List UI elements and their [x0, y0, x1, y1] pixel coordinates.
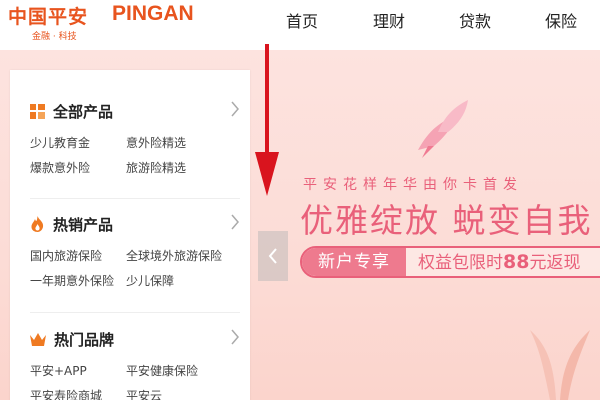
divider	[30, 312, 240, 313]
grid-icon	[30, 103, 45, 119]
section-header[interactable]: 全部产品	[30, 100, 113, 122]
section-header[interactable]: 热门品牌	[30, 328, 114, 350]
menu-item[interactable]: 平安健康保险	[126, 362, 198, 379]
section-title: 全部产品	[53, 102, 114, 121]
logo-cn-text: 中国平安	[8, 6, 89, 28]
chevron-right-icon[interactable]	[230, 328, 240, 346]
promo-text-post: 元返现	[529, 253, 581, 273]
chevron-right-icon[interactable]	[230, 213, 240, 231]
nav-home[interactable]: 首页	[286, 8, 318, 32]
promo-tag: 新户专享	[302, 248, 406, 276]
menu-item[interactable]: 少儿教育金	[30, 134, 90, 151]
section-title: 热销产品	[53, 215, 114, 234]
chevron-right-icon[interactable]	[230, 100, 240, 118]
crown-icon	[30, 332, 46, 346]
banner-slogan: 优雅绽放 蜕变自我	[300, 201, 593, 240]
down-arrow-annotation-icon	[255, 44, 279, 196]
section-title: 热门品牌	[54, 330, 115, 349]
menu-item[interactable]: 平安寿险商城	[30, 387, 102, 400]
logo-tagline: 金融 · 科技	[32, 32, 77, 42]
bird-illustration	[418, 100, 468, 158]
nav-insurance[interactable]: 保险	[545, 8, 577, 32]
flame-icon	[31, 216, 44, 232]
nav-loans[interactable]: 贷款	[459, 8, 491, 32]
nav-wealth[interactable]: 理财	[373, 8, 405, 32]
menu-item[interactable]: 少儿保障	[126, 272, 174, 289]
menu-item[interactable]: 一年期意外保险	[30, 272, 114, 289]
product-side-menu: 全部产品 少儿教育金 意外险精选 爆款意外险 旅游险精选 热销产品 国内旅游保险…	[10, 70, 250, 400]
menu-item[interactable]: 爆款意外险	[30, 159, 90, 176]
carousel-prev-button[interactable]	[258, 231, 288, 281]
section-header[interactable]: 热销产品	[30, 213, 113, 235]
promo-text-pre: 权益包限时	[418, 253, 503, 273]
promo-text: 权益包限时88元返现	[418, 250, 580, 275]
promo-pill[interactable]: 新户专享 权益包限时88元返现	[300, 246, 600, 278]
menu-item[interactable]: 国内旅游保险	[30, 247, 102, 264]
divider	[30, 198, 240, 199]
flower-illustration	[530, 330, 590, 400]
logo-en-text: PINGAN	[112, 2, 194, 25]
chevron-left-icon	[268, 248, 277, 264]
promo-amount: 88	[503, 251, 530, 273]
menu-item[interactable]: 旅游险精选	[126, 159, 186, 176]
menu-item[interactable]: 平安云	[126, 387, 162, 400]
menu-item[interactable]: 平安+APP	[30, 362, 87, 379]
menu-item[interactable]: 全球境外旅游保险	[126, 247, 222, 264]
top-header: 中国平安 PINGAN 金融 · 科技 首页 理财 贷款 保险	[0, 0, 600, 50]
menu-item[interactable]: 意外险精选	[126, 134, 186, 151]
banner-headline: 平安花样年华由你卡首发	[303, 177, 523, 193]
